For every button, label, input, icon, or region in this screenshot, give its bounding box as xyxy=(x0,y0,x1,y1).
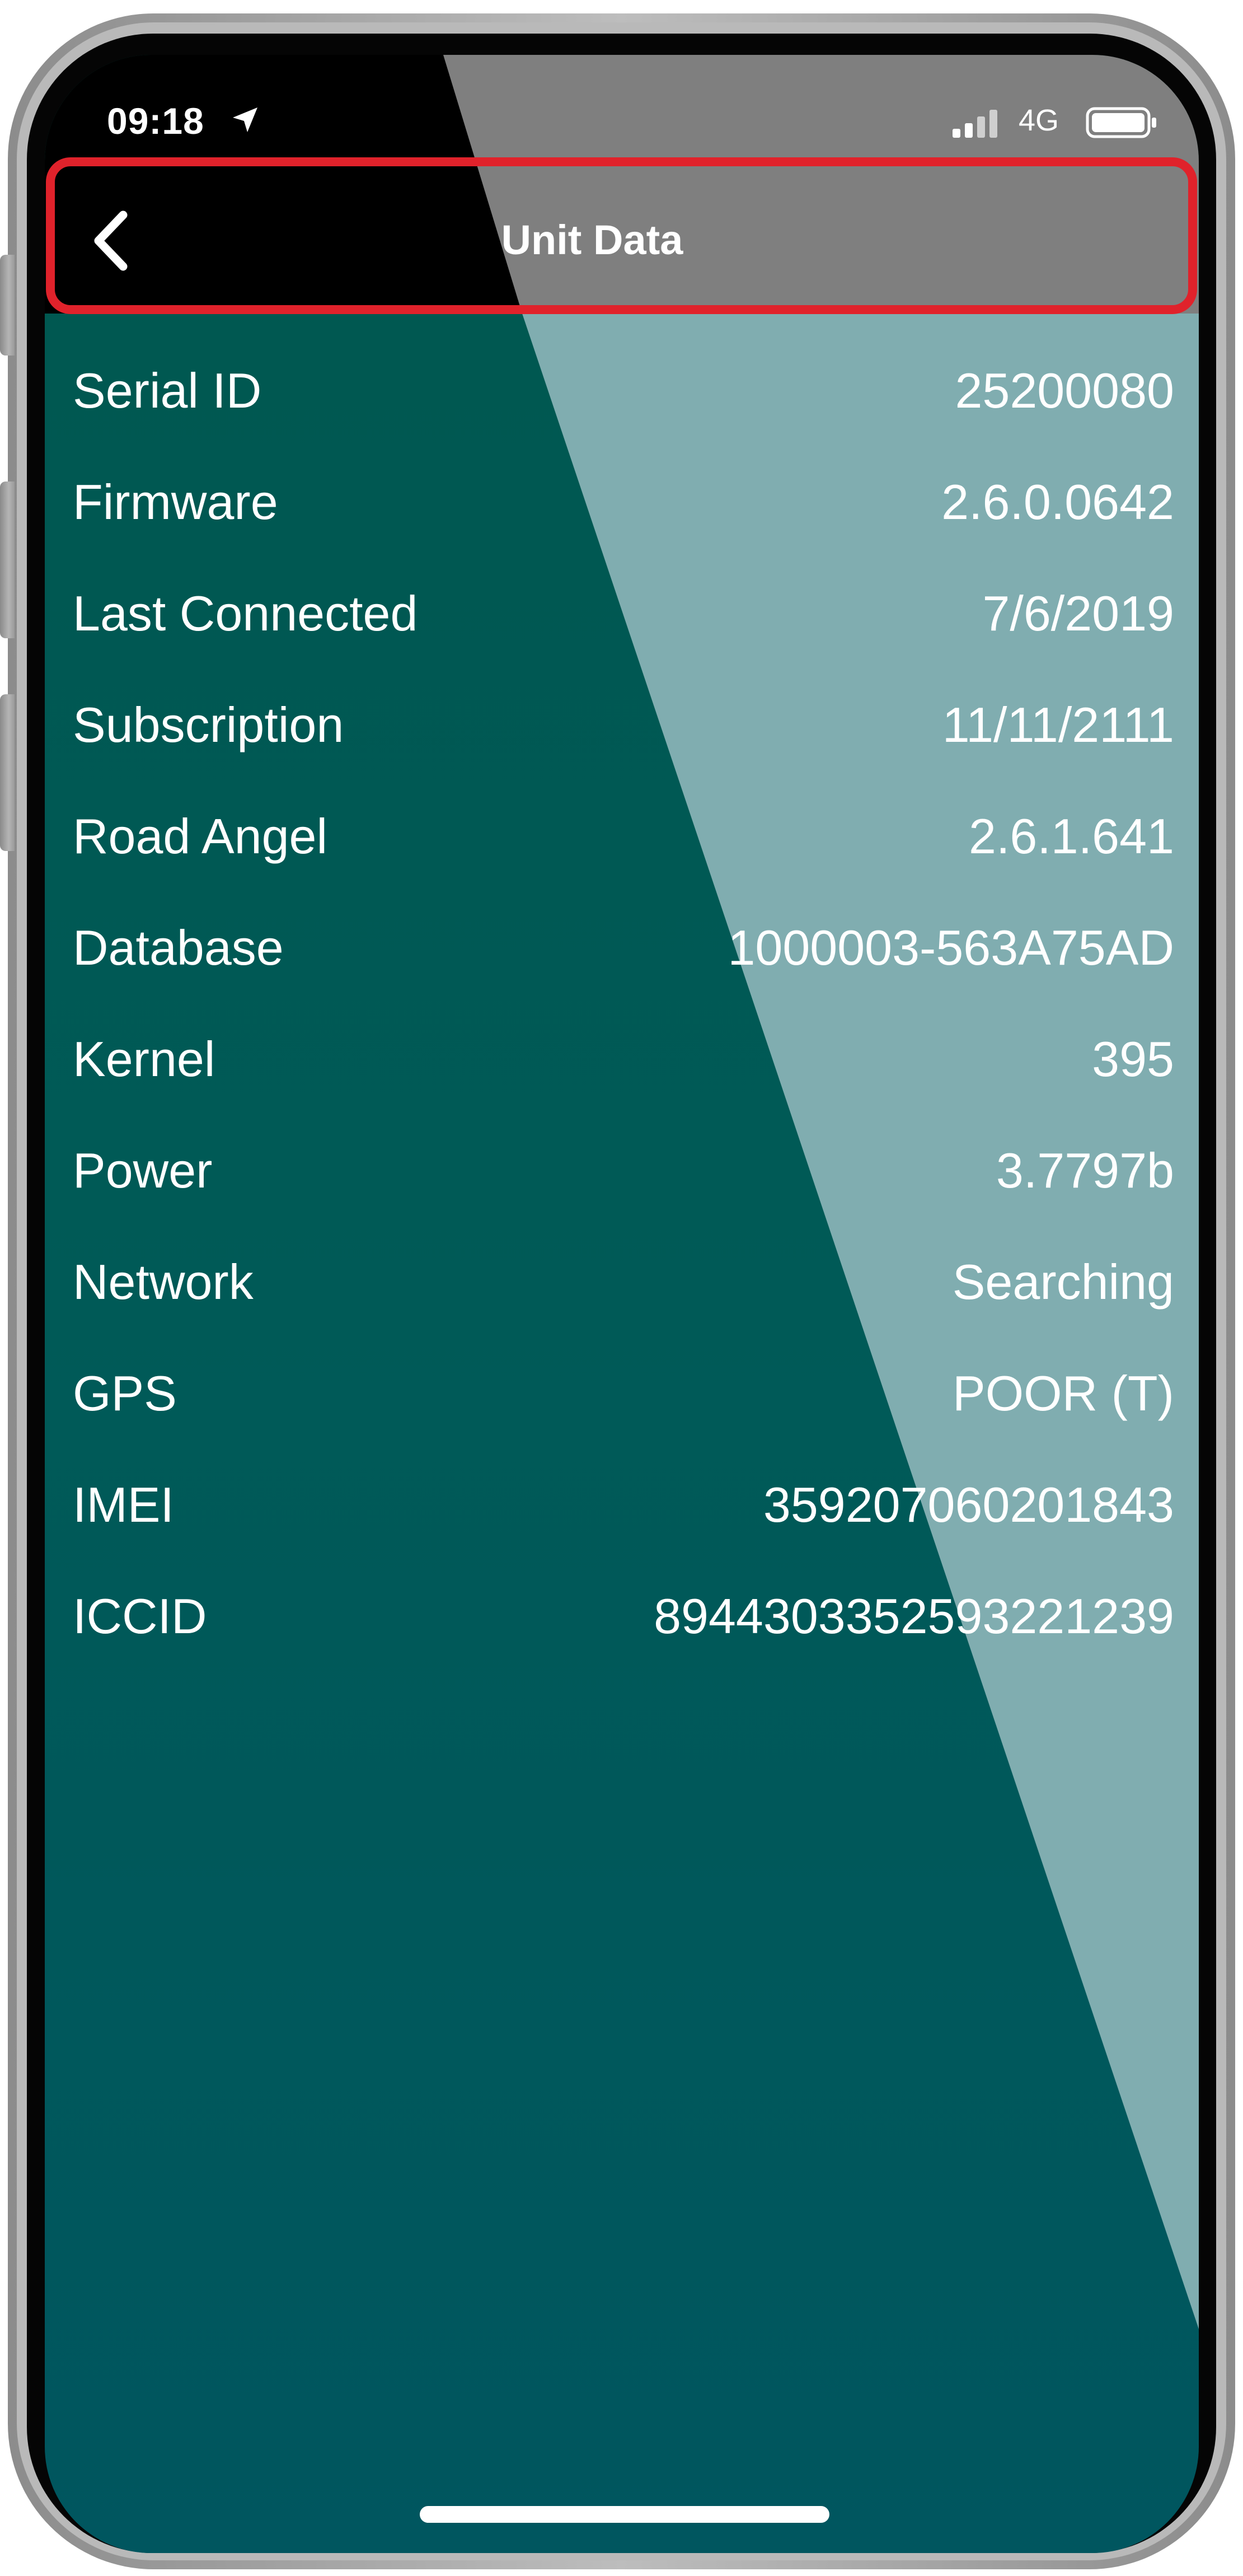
row-label: Road Angel xyxy=(73,808,328,864)
app-screen: 09:18 4G Unit Data Serial ID 25200080 Firm… xyxy=(45,55,1199,2553)
data-row: Network Searching xyxy=(73,1226,1174,1338)
row-value: 2.6.0.0642 xyxy=(941,474,1174,530)
mute-switch xyxy=(0,255,15,356)
row-value: 395 xyxy=(1092,1031,1174,1087)
location-arrow-icon xyxy=(233,107,257,132)
data-row: Serial ID 25200080 xyxy=(73,335,1174,446)
row-value: 25200080 xyxy=(955,363,1174,418)
volume-down-button xyxy=(0,694,15,851)
status-time: 09:18 xyxy=(107,100,204,142)
volume-up-button xyxy=(0,481,15,638)
row-label: Last Connected xyxy=(73,586,418,641)
row-label: Subscription xyxy=(73,697,344,752)
data-row: Firmware 2.6.0.0642 xyxy=(73,446,1174,558)
row-label: ICCID xyxy=(73,1588,207,1644)
row-label: Network xyxy=(73,1254,254,1310)
data-row: Power 3.7797b xyxy=(73,1115,1174,1226)
row-value: 2.6.1.641 xyxy=(969,808,1174,864)
row-label: Database xyxy=(73,920,284,975)
data-row: IMEI 359207060201843 xyxy=(73,1449,1174,1560)
unit-data-list: Serial ID 25200080 Firmware 2.6.0.0642 Last … xyxy=(73,335,1174,1672)
highlight-annotation xyxy=(46,157,1197,314)
row-label: Power xyxy=(73,1143,213,1198)
row-label: Firmware xyxy=(73,474,278,530)
row-label: Kernel xyxy=(73,1031,215,1087)
row-value: 8944303352593221239 xyxy=(654,1588,1174,1644)
row-label: GPS xyxy=(73,1366,177,1421)
data-row: Last Connected 7/6/2019 xyxy=(73,558,1174,669)
cellular-signal-icon xyxy=(953,110,997,138)
data-row: Road Angel 2.6.1.641 xyxy=(73,780,1174,892)
network-type-label: 4G xyxy=(1019,104,1059,137)
row-value: 7/6/2019 xyxy=(982,586,1174,641)
row-label: IMEI xyxy=(73,1477,174,1532)
battery-icon xyxy=(1086,107,1156,138)
row-value: Searching xyxy=(952,1254,1174,1310)
row-label: Serial ID xyxy=(73,363,262,418)
row-value: POOR (T) xyxy=(953,1366,1174,1421)
home-indicator[interactable] xyxy=(420,2506,829,2523)
row-value: 359207060201843 xyxy=(763,1477,1174,1532)
data-row: Database 1000003-563A75AD xyxy=(73,892,1174,1003)
row-value: 1000003-563A75AD xyxy=(728,920,1174,975)
data-row: Kernel 395 xyxy=(73,1003,1174,1115)
status-bar: 09:18 4G xyxy=(45,55,1199,167)
row-value: 3.7797b xyxy=(996,1143,1174,1198)
data-row: GPS POOR (T) xyxy=(73,1338,1174,1449)
data-row: Subscription 11/11/2111 xyxy=(73,669,1174,780)
row-value: 11/11/2111 xyxy=(942,697,1174,752)
data-row: ICCID 8944303352593221239 xyxy=(73,1560,1174,1672)
